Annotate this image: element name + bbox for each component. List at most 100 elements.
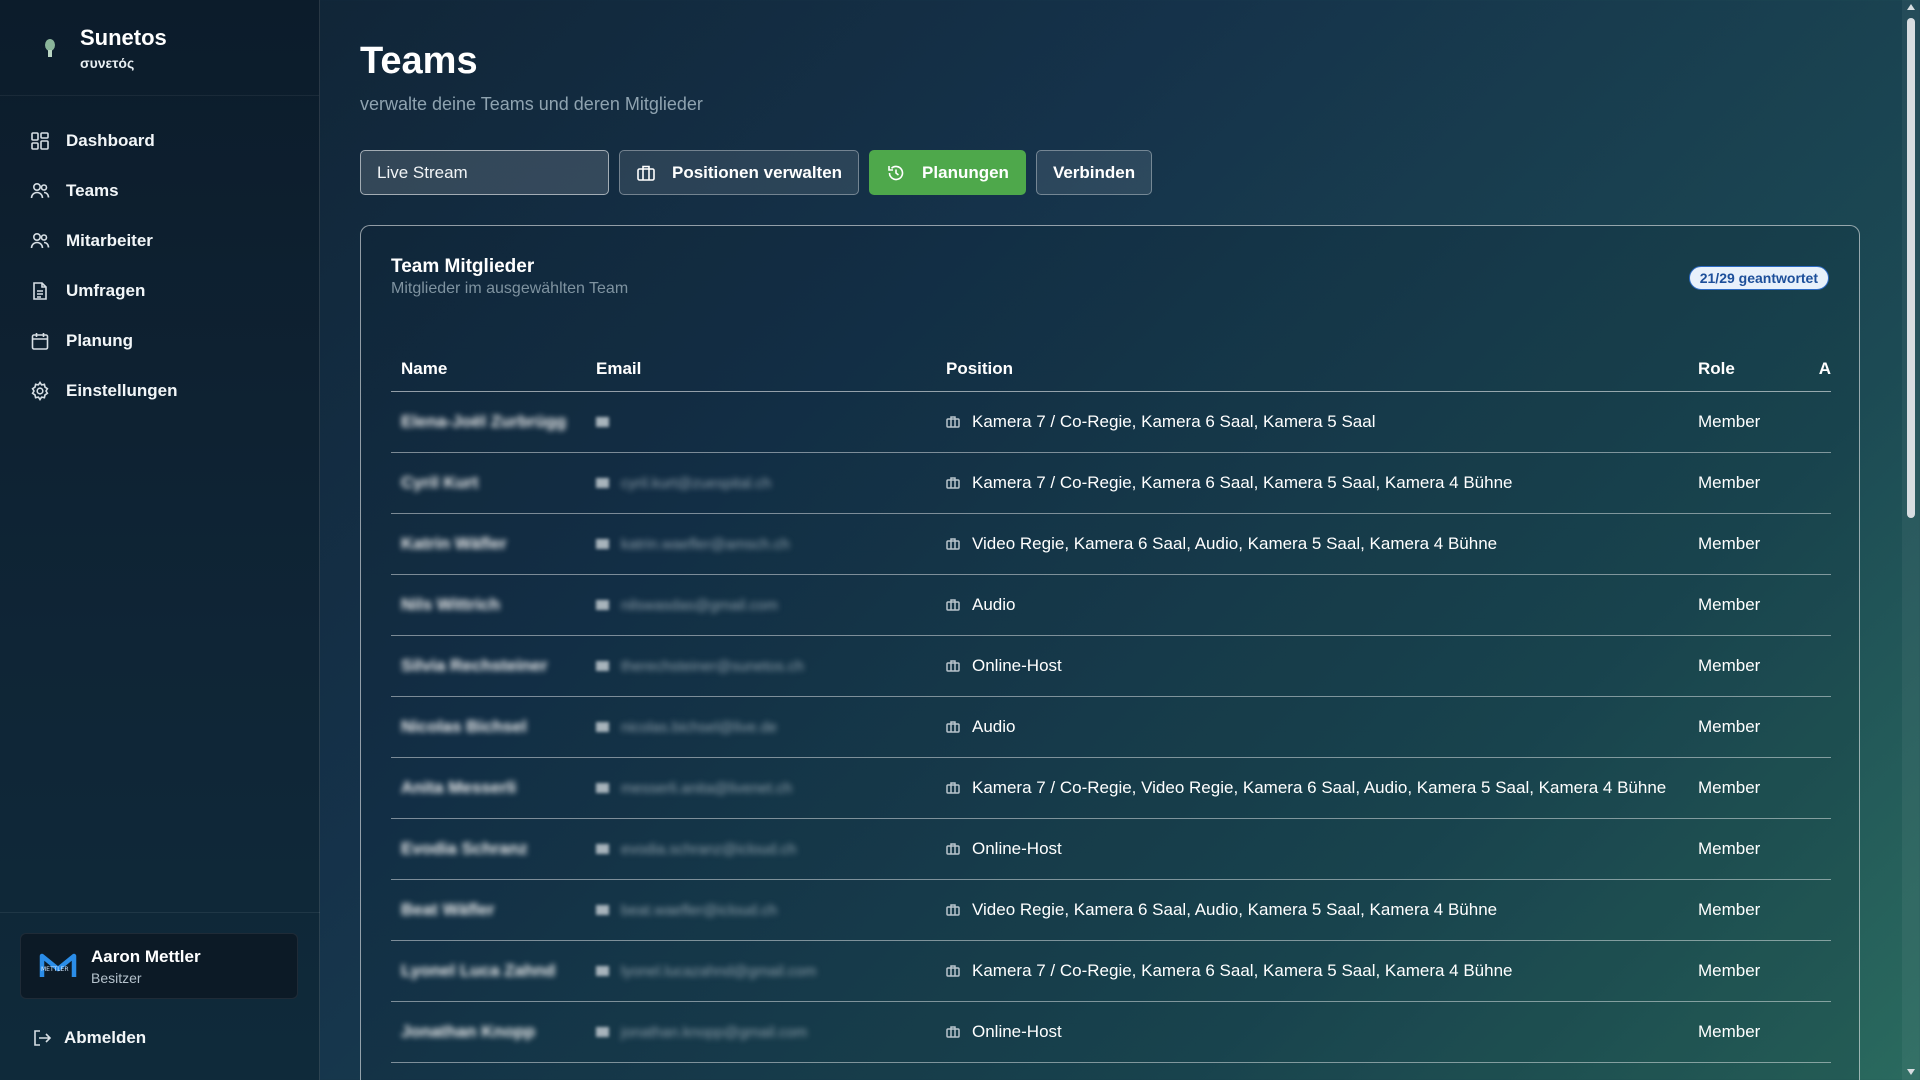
history-icon <box>888 165 904 180</box>
svg-text:METTLER: METTLER <box>41 966 69 973</box>
member-position: Kamera 7 / Co-Regie, Kamera 6 Saal, Kame… <box>914 940 1688 1002</box>
table-row[interactable]: Cyril Kurt cyril.kurt@zuespital.ch Kamera … <box>391 452 1831 514</box>
member-email: lyonel.lucazahnd@gmail.com <box>596 940 914 1002</box>
card-subtitle: Mitglieder im ausgewählten Team <box>391 280 629 297</box>
member-position: Online-Host <box>914 1001 1688 1063</box>
member-name: Elena-Joël Zurbrügg <box>391 391 596 453</box>
gear-icon <box>31 381 49 401</box>
briefcase-icon <box>946 779 960 794</box>
member-email: beat.waefler@icloud.ch <box>596 879 914 941</box>
dashboard-icon <box>31 132 49 150</box>
member-position: Video Regie, Kamera 6 Saal, Audio, Kamer… <box>914 513 1688 575</box>
table-row[interactable]: Elena-Joël Zurbrügg Kamera 7 / Co-Regie, … <box>391 391 1831 453</box>
manage-positions-button[interactable]: Positionen verwalten <box>619 150 860 195</box>
table-row[interactable]: Silvia Rechsteiner therechsteiner@sunetos… <box>391 635 1831 697</box>
member-position: Online-Host <box>914 635 1688 697</box>
mail-icon <box>596 905 609 916</box>
connect-button[interactable]: Verbinden <box>1035 150 1153 195</box>
sidebar-item-umfragen[interactable]: Umfragen <box>0 266 319 316</box>
member-extra <box>1811 513 1831 575</box>
member-name: Cyril Kurt <box>391 452 596 514</box>
scroll-up-icon[interactable] <box>1906 3 1916 11</box>
sidebar-item-einstellungen[interactable]: Einstellungen <box>0 366 319 416</box>
member-role: Member <box>1688 818 1811 880</box>
table-row[interactable]: Anita Messerli messerli.anita@livenet.ch K… <box>391 757 1831 819</box>
member-role: Member <box>1688 696 1811 758</box>
table-header-row: Name Email Position Role A <box>391 348 1831 392</box>
briefcase-icon <box>637 165 655 181</box>
member-name: Nicolas Bichsel <box>391 696 596 758</box>
member-extra <box>1811 635 1831 697</box>
planning-button[interactable]: Planungen <box>869 150 1026 195</box>
table-row[interactable]: Katrin Wäfler katrin.waefler@amsch.ch Vide… <box>391 513 1831 575</box>
table-row[interactable]: Jonathan Knopp jonathan.knopp@gmail.com On… <box>391 1001 1831 1063</box>
column-header-email[interactable]: Email <box>596 348 914 392</box>
briefcase-icon <box>946 901 960 916</box>
logout-icon <box>34 1030 52 1046</box>
member-email: katrin.waefler@amsch.ch <box>596 513 914 575</box>
table-row[interactable]: Nils Wittrich nilswasdas@gmail.com Audio Me… <box>391 574 1831 636</box>
member-role: Member <box>1688 635 1811 697</box>
sidebar-item-planung[interactable]: Planung <box>0 316 319 366</box>
member-extra <box>1811 757 1831 819</box>
mail-icon <box>596 1027 609 1038</box>
briefcase-icon <box>946 596 960 611</box>
scrollbar[interactable] <box>1902 0 1920 1080</box>
mail-icon <box>596 539 609 550</box>
team-select[interactable]: Live Stream <box>360 150 609 195</box>
member-email: jonathan.knopp@gmail.com <box>596 1001 914 1063</box>
member-extra <box>1811 818 1831 880</box>
sidebar-item-dashboard[interactable]: Dashboard <box>0 116 319 166</box>
briefcase-icon <box>946 657 960 672</box>
member-name: Evodia Schranz <box>391 818 596 880</box>
mail-icon <box>596 417 609 428</box>
member-email: evodia.schranz@icloud.ch <box>596 818 914 880</box>
column-header-role[interactable]: Role <box>1688 348 1811 392</box>
members-table-body: Elena-Joël Zurbrügg Kamera 7 / Co-Regie, … <box>391 391 1831 1063</box>
member-email: cyril.kurt@zuespital.ch <box>596 452 914 514</box>
column-header-extra[interactable]: A <box>1811 348 1831 392</box>
member-position: Video Regie, Kamera 6 Saal, Audio, Kamer… <box>914 879 1688 941</box>
team-select-value: Live Stream <box>377 162 468 182</box>
brand-title: Sunetos <box>80 24 167 50</box>
member-role: Member <box>1688 574 1811 636</box>
scroll-down-icon[interactable] <box>1906 1068 1916 1076</box>
users-icon <box>30 232 50 249</box>
member-role: Member <box>1688 879 1811 941</box>
member-name: Nils Wittrich <box>391 574 596 636</box>
member-extra <box>1811 391 1831 453</box>
member-role: Member <box>1688 513 1811 575</box>
member-position: Kamera 7 / Co-Regie, Kamera 6 Saal, Kame… <box>914 391 1688 453</box>
sidebar-item-mitarbeiter[interactable]: Mitarbeiter <box>0 216 319 266</box>
logout-button[interactable]: Abmelden <box>32 1028 146 1048</box>
column-header-name[interactable]: Name <box>391 348 596 392</box>
member-email <box>596 391 914 453</box>
member-position: Kamera 7 / Co-Regie, Video Regie, Kamera… <box>914 757 1688 819</box>
user-card[interactable]: METTLER Aaron Mettler Besitzer <box>20 933 298 999</box>
mail-icon <box>596 478 609 489</box>
member-name: Silvia Rechsteiner <box>391 635 596 697</box>
brand[interactable]: Sunetos συνετός <box>0 0 319 96</box>
sidebar-item-teams[interactable]: Teams <box>0 166 319 216</box>
table-row[interactable]: Lyonel Luca Zahnd lyonel.lucazahnd@gmail.… <box>391 940 1831 1002</box>
briefcase-icon <box>946 474 960 489</box>
users-icon <box>30 182 50 199</box>
scrollbar-thumb[interactable] <box>1907 18 1915 518</box>
mail-icon <box>596 844 609 855</box>
member-name: Beat Wäfler <box>391 879 596 941</box>
sidebar-item-label: Mitarbeiter <box>66 231 153 250</box>
briefcase-icon <box>946 718 960 733</box>
table-row[interactable]: Nicolas Bichsel nicolas.bichsel@live.de Au… <box>391 696 1831 758</box>
lightbulb-logo-icon <box>38 36 62 60</box>
page-title: Teams <box>360 40 478 82</box>
brand-subtitle: συνετός <box>80 54 135 71</box>
table-row[interactable]: Beat Wäfler beat.waefler@icloud.ch Video R… <box>391 879 1831 941</box>
member-email: nicolas.bichsel@live.de <box>596 696 914 758</box>
member-extra <box>1811 940 1831 1002</box>
sidebar-nav: Dashboard Teams Mitarbeiter Umfragen Pla… <box>0 96 319 416</box>
sidebar-item-label: Planung <box>66 331 134 350</box>
table-row[interactable]: Evodia Schranz evodia.schranz@icloud.ch On… <box>391 818 1831 880</box>
member-email: therechsteiner@sunetos.ch <box>596 635 914 697</box>
column-header-position[interactable]: Position <box>914 348 1688 392</box>
sidebar: Sunetos συνετός Dashboard Teams Mitarbei… <box>0 0 320 1080</box>
